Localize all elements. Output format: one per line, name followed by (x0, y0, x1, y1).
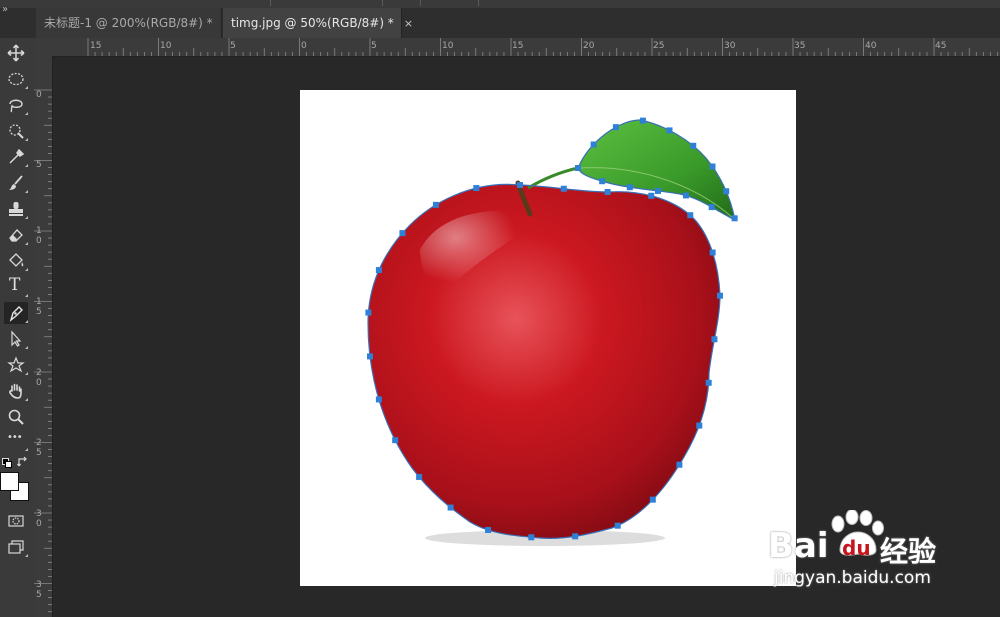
anchor-point[interactable] (575, 165, 581, 171)
anchor-point[interactable] (696, 422, 703, 429)
anchor-point[interactable] (365, 309, 372, 316)
anchor-point[interactable] (614, 522, 621, 529)
anchor-point[interactable] (709, 163, 716, 170)
leaf-stem (527, 166, 579, 190)
anchor-point[interactable] (649, 496, 656, 503)
anchor-point[interactable] (528, 534, 535, 541)
anchor-point[interactable] (604, 188, 611, 195)
anchor-point[interactable] (517, 182, 523, 188)
anchor-point[interactable] (560, 185, 567, 192)
anchor-point[interactable] (366, 353, 373, 360)
anchor-point[interactable] (639, 117, 646, 124)
watermark-brand-cn: 经验 (880, 535, 937, 568)
anchor-point[interactable] (731, 215, 738, 222)
anchor-point[interactable] (690, 142, 697, 149)
anchor-point[interactable] (572, 533, 579, 540)
anchor-point[interactable] (687, 212, 694, 219)
anchor-point[interactable] (723, 188, 730, 195)
anchor-point[interactable] (654, 187, 661, 194)
anchor-point[interactable] (473, 185, 480, 192)
anchor-point[interactable] (432, 201, 439, 208)
anchor-point[interactable] (711, 336, 718, 343)
anchor-point[interactable] (648, 192, 655, 199)
anchor-point[interactable] (716, 292, 723, 299)
apple-body (368, 184, 720, 539)
anchor-point[interactable] (416, 473, 423, 480)
anchor-point[interactable] (612, 124, 619, 131)
anchor-point[interactable] (666, 127, 673, 134)
baidu-jingyan-watermark: Bai du 经验 jingyan.baidu.com (768, 510, 958, 600)
anchor-point[interactable] (590, 141, 597, 148)
watermark-url: jingyan.baidu.com (774, 568, 931, 588)
anchor-point[interactable] (375, 396, 382, 403)
anchor-point[interactable] (709, 249, 716, 256)
anchor-point[interactable] (599, 178, 606, 185)
anchor-point[interactable] (705, 379, 712, 386)
anchor-point[interactable] (399, 230, 406, 237)
anchor-point[interactable] (375, 267, 382, 274)
anchor-point[interactable] (676, 461, 683, 468)
watermark-brand-du: du (842, 536, 871, 560)
anchor-point[interactable] (682, 192, 689, 199)
anchor-point[interactable] (392, 437, 399, 444)
anchor-point[interactable] (626, 184, 633, 191)
watermark-brand-latin: Bai (768, 526, 829, 566)
anchor-point[interactable] (447, 504, 454, 511)
anchor-point[interactable] (708, 204, 715, 211)
anchor-point[interactable] (485, 527, 492, 534)
